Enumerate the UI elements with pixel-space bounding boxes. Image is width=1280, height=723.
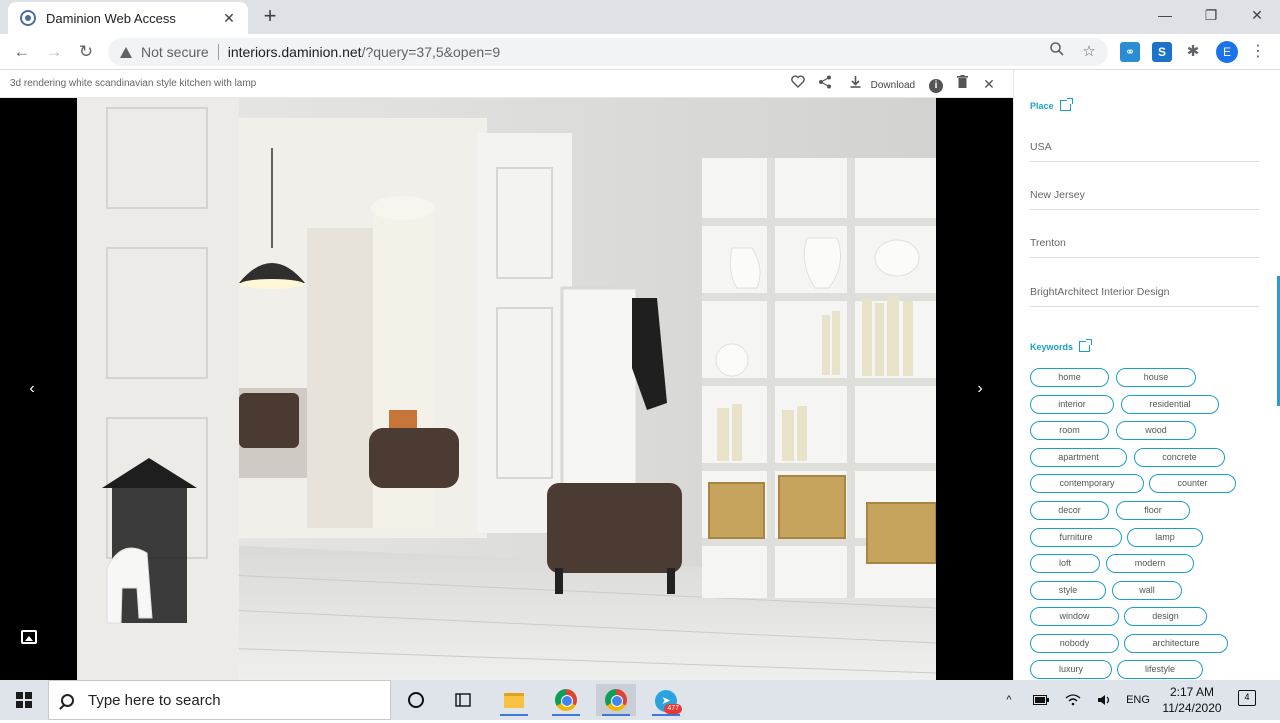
url-path: /?query=37,5&open=9 [361,44,501,60]
place-country-field[interactable]: USA [1030,140,1259,162]
search-icon [61,693,74,707]
keyword-tag[interactable]: home [1030,368,1109,387]
asset-title: 3d rendering white scandinavian style ki… [10,78,257,89]
keyword-tag[interactable]: window [1030,607,1119,626]
telegram-badge: 477 [664,704,682,714]
keyword-tag[interactable]: lifestyle [1117,660,1203,679]
place-section: Place [1030,98,1073,111]
task-view-icon[interactable] [443,684,483,716]
chrome-taskbar-icon[interactable] [546,684,586,716]
delete-trash-icon[interactable] [954,75,970,93]
keyword-tag[interactable]: furniture [1030,528,1122,547]
taskbar-search-box[interactable]: Type here to search [48,680,391,720]
previous-image-arrow-icon[interactable]: ‹ [22,378,42,400]
back-arrow-icon[interactable]: ← [10,40,34,64]
place-label: Place [1030,100,1054,111]
next-image-arrow-icon[interactable]: › [970,378,990,400]
preview-image [77,98,936,680]
download-label: Download [870,80,916,91]
browser-tab[interactable]: Daminion Web Access ✕ [8,2,248,34]
system-clock[interactable]: 2:17 AM 11/24/2020 [1152,684,1232,716]
notifications-icon[interactable]: 4 [1238,690,1256,706]
keyword-tag[interactable]: lamp [1127,528,1203,547]
tab-title: Daminion Web Access [46,10,176,26]
telegram-icon[interactable]: ➤ 477 [646,684,686,716]
place-external-link-icon[interactable] [1059,98,1073,111]
keyword-tag[interactable]: floor [1116,501,1190,520]
security-status[interactable]: Not secure [141,44,209,60]
keyword-tag[interactable]: nobody [1030,634,1119,653]
close-viewer-icon[interactable]: ✕ [981,75,997,93]
download-button[interactable]: Download [850,75,920,93]
minimize-icon[interactable]: — [1142,4,1188,28]
keyword-tag[interactable]: room [1030,421,1109,440]
battery-icon[interactable] [1030,680,1052,720]
keyword-tag[interactable]: residential [1121,395,1219,414]
zoom-icon[interactable] [1046,41,1068,63]
keyword-tag[interactable]: architecture [1124,634,1228,653]
keyword-tag[interactable]: house [1116,368,1196,387]
keywords-section: Keywords [1030,339,1093,352]
keyword-tag[interactable]: decor [1030,501,1109,520]
keyword-tag[interactable]: interior [1030,395,1114,414]
browser-toolbar: ← → ↻ Not secure interiors.daminion.net … [0,34,1280,70]
image-viewer: ‹ › [0,98,1013,680]
keywords-label: Keywords [1030,341,1074,352]
tab-close-icon[interactable]: ✕ [220,10,238,27]
volume-icon[interactable] [1094,680,1116,720]
new-tab-button[interactable]: + [258,5,282,29]
clock-date: 11/24/2020 [1162,701,1222,715]
extension-s-icon[interactable]: S [1152,42,1172,62]
keyword-tag[interactable]: luxury [1030,660,1112,679]
language-indicator[interactable]: ENG [1124,680,1152,720]
keyword-tag[interactable]: apartment [1030,448,1127,467]
place-location-field[interactable]: BrightArchitect Interior Design [1030,285,1259,307]
extension-link-icon[interactable]: ⚭ [1120,42,1140,62]
keyword-tag[interactable]: counter [1149,474,1236,493]
windows-taskbar: Type here to search ➤ 477 ^ ENG 2:17 AM … [0,680,1280,720]
keyword-tag[interactable]: style [1030,581,1106,600]
keyword-tag[interactable]: modern [1106,554,1194,573]
keyword-tag[interactable]: wall [1112,581,1182,600]
keyword-tag[interactable]: concrete [1134,448,1225,467]
share-icon[interactable] [816,75,834,93]
keywords-external-link-icon[interactable] [1079,339,1093,352]
cortana-icon[interactable] [396,684,436,716]
extensions-puzzle-icon[interactable]: ✱ [1183,42,1203,62]
browser-tab-strip: Daminion Web Access ✕ + — ❐ ✕ [0,0,1280,34]
properties-panel: Place USA New Jersey Trenton BrightArchi… [1013,70,1280,680]
window-close-icon[interactable]: ✕ [1234,4,1280,28]
windows-logo-icon [16,692,32,708]
favorite-heart-icon[interactable] [789,75,807,93]
restore-icon[interactable]: ❐ [1188,4,1234,28]
clock-time: 2:17 AM [1169,685,1215,699]
warning-icon [120,46,132,58]
browser-menu-icon[interactable]: ⋮ [1250,41,1266,63]
tray-overflow-icon[interactable]: ^ [998,680,1020,720]
address-bar[interactable]: Not secure interiors.daminion.net /?quer… [108,38,1108,66]
forward-arrow-icon[interactable]: → [42,40,66,64]
url-host: interiors.daminion.net [227,44,362,60]
daminion-favicon-icon [20,10,36,26]
wifi-icon[interactable] [1062,680,1084,720]
keyword-tag[interactable]: design [1124,607,1207,626]
bookmark-star-icon[interactable]: ☆ [1078,41,1100,63]
keyword-tag[interactable]: wood [1116,421,1196,440]
keyword-tag[interactable]: contemporary [1030,474,1144,493]
file-explorer-icon[interactable] [494,684,534,716]
search-placeholder: Type here to search [88,691,221,709]
keyword-tag[interactable]: loft [1030,554,1100,573]
info-icon[interactable]: i [928,75,944,93]
viewer-header: 3d rendering white scandinavian style ki… [0,70,1013,98]
gallery-icon[interactable] [21,630,37,644]
reload-icon[interactable]: ↻ [74,40,98,64]
address-separator [217,44,219,60]
place-state-field[interactable]: New Jersey [1030,188,1259,210]
profile-avatar[interactable]: E [1216,41,1238,63]
chrome-taskbar-active-icon[interactable] [596,684,636,716]
start-button[interactable] [0,680,48,720]
place-city-field[interactable]: Trenton [1030,236,1259,258]
